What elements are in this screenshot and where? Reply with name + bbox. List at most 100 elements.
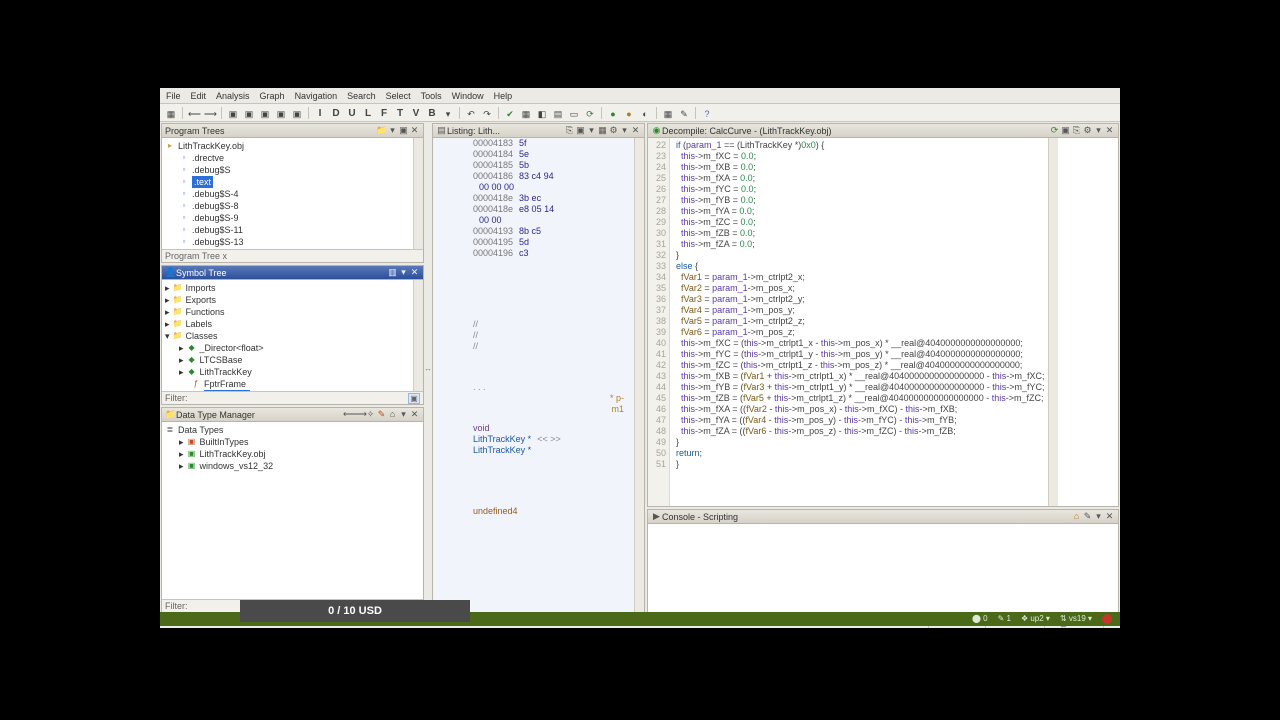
- save-icon[interactable]: ▦: [164, 106, 178, 120]
- class-item[interactable]: ▸◆LTCSBase: [165, 354, 410, 366]
- dtm-item[interactable]: ▸ ▣windows_vs12_32: [165, 460, 420, 472]
- tb-T[interactable]: T: [393, 106, 407, 120]
- doc3-icon[interactable]: ▣: [258, 106, 272, 120]
- pencil-icon[interactable]: ✎: [376, 409, 387, 420]
- close-icon[interactable]: ✕: [409, 409, 420, 420]
- program-tree-item[interactable]: ▫.drectve: [165, 152, 410, 164]
- system-tray[interactable]: ⬤ 0 ✎ 1 ❖ up2 ▾ ⇅ vs19 ▾: [972, 614, 1120, 624]
- program-tree-item[interactable]: ▫.debug$S-9: [165, 212, 410, 224]
- scrollbar[interactable]: [1048, 138, 1058, 506]
- menu-analysis[interactable]: Analysis: [216, 91, 250, 101]
- table-icon[interactable]: ▤: [551, 106, 565, 120]
- refresh-icon[interactable]: ⟳: [1049, 125, 1060, 136]
- doc2-icon[interactable]: ▣: [242, 106, 256, 120]
- listing-line[interactable]: 000041938b c5: [433, 226, 634, 237]
- tb-V[interactable]: V: [409, 106, 423, 120]
- edit-icon[interactable]: ✎: [1082, 511, 1093, 522]
- doc-icon[interactable]: ▣: [226, 106, 240, 120]
- back-icon[interactable]: ⟵: [343, 409, 354, 420]
- script-icon[interactable]: ✎: [677, 106, 691, 120]
- tray-item[interactable]: ❖ up2 ▾: [1021, 614, 1050, 624]
- copy-icon[interactable]: ⎘: [1071, 125, 1082, 136]
- menu-icon[interactable]: ▾: [1093, 125, 1104, 136]
- program-trees-title[interactable]: Program Trees 📁 ▾ ▣ ✕: [162, 124, 423, 138]
- symbol-tree[interactable]: ▸📁Imports▸📁Exports▸📁Functions▸📁Labels ▾📁…: [162, 280, 413, 391]
- mem-icon[interactable]: ▦: [661, 106, 675, 120]
- tray-item[interactable]: ⬤ 0: [972, 614, 988, 624]
- listing-line[interactable]: 000041845e: [433, 149, 634, 160]
- win-icon[interactable]: ▭: [567, 106, 581, 120]
- menu-select[interactable]: Select: [386, 91, 411, 101]
- doc4-icon[interactable]: ▣: [274, 106, 288, 120]
- snap-icon[interactable]: ⚙: [1082, 125, 1093, 136]
- menu-window[interactable]: Window: [452, 91, 484, 101]
- close-icon[interactable]: ✕: [409, 267, 420, 278]
- symbol-item[interactable]: ƒCalcCurve: [165, 390, 410, 391]
- scrollbar[interactable]: [634, 138, 644, 612]
- listing-line[interactable]: 000041855b: [433, 160, 634, 171]
- refresh-icon[interactable]: ⟳: [583, 106, 597, 120]
- symbol-tree-folder[interactable]: ▸📁Imports: [165, 282, 410, 294]
- menu-icon[interactable]: ▾: [1093, 511, 1104, 522]
- home-icon[interactable]: ⌂: [1071, 511, 1082, 522]
- listing-line[interactable]: 000041955d: [433, 237, 634, 248]
- graph-icon[interactable]: ◧: [535, 106, 549, 120]
- hex-icon[interactable]: ▦: [597, 125, 608, 136]
- listing-line[interactable]: 000041835f: [433, 138, 634, 149]
- play-icon[interactable]: ●: [606, 106, 620, 120]
- menu-help[interactable]: Help: [494, 91, 513, 101]
- program-tree-tab[interactable]: Program Tree x: [162, 249, 423, 262]
- program-tree-item[interactable]: ▫.debug$S-4: [165, 188, 410, 200]
- menu-edit[interactable]: Edit: [191, 91, 207, 101]
- stop-icon[interactable]: ●: [622, 106, 636, 120]
- new-folder-icon[interactable]: 📁: [376, 125, 387, 136]
- listing-view[interactable]: 000041835f000041845e000041855b0000418683…: [433, 138, 634, 612]
- symbol-tree-folder[interactable]: ▸📁Exports: [165, 294, 410, 306]
- struct-icon[interactable]: ▦: [519, 106, 533, 120]
- menu-file[interactable]: File: [166, 91, 181, 101]
- console-title[interactable]: ▶ Console - Scripting ⌂ ✎ ▾ ✕: [648, 510, 1118, 524]
- program-tree-item[interactable]: ▫.debug$S-11: [165, 224, 410, 236]
- dtm-item[interactable]: ▸ ▣LithTrackKey.obj: [165, 448, 420, 460]
- back-icon[interactable]: ⟵: [187, 106, 201, 120]
- listing-line[interactable]: 0000418ee8 05 14: [433, 204, 634, 215]
- wand-icon[interactable]: ✧: [365, 409, 376, 420]
- close-icon[interactable]: ✕: [1104, 125, 1115, 136]
- paste-icon[interactable]: ▣: [575, 125, 586, 136]
- program-tree-item[interactable]: ▫.debug$S-14: [165, 248, 410, 249]
- symbol-tree-folder[interactable]: ▸📁Labels: [165, 318, 410, 330]
- tb-I[interactable]: I: [313, 106, 327, 120]
- program-tree-item[interactable]: ▫.debug$S: [165, 164, 410, 176]
- tb-D[interactable]: D: [329, 106, 343, 120]
- opt-icon[interactable]: ▾: [586, 125, 597, 136]
- tb-F[interactable]: F: [377, 106, 391, 120]
- help-icon[interactable]: ?: [700, 106, 714, 120]
- dtm-title[interactable]: 📁 Data Type Manager ⟵ ⟶ ✧ ✎ ⌂ ▾ ✕: [162, 408, 423, 422]
- dtm-tree[interactable]: ≣Data Types ▸ ▣BuiltInTypes▸ ▣LithTrackK…: [162, 422, 423, 474]
- program-tree-item[interactable]: ▫.debug$S-13: [165, 236, 410, 248]
- copy-icon[interactable]: ⎘: [564, 125, 575, 136]
- listing-line[interactable]: 0000418e3b ec: [433, 193, 634, 204]
- listing-line[interactable]: 0000418683 c4 94: [433, 171, 634, 182]
- snap-icon[interactable]: ⚙: [608, 125, 619, 136]
- tb-U[interactable]: U: [345, 106, 359, 120]
- menu-navigation[interactable]: Navigation: [295, 91, 338, 101]
- listing-line[interactable]: 00004196c3: [433, 248, 634, 259]
- tb-L[interactable]: L: [361, 106, 375, 120]
- menu-icon[interactable]: ▾: [398, 409, 409, 420]
- class-item[interactable]: ▸◆_Director<float>: [165, 342, 410, 354]
- check-icon[interactable]: ✔: [503, 106, 517, 120]
- fwd-icon[interactable]: ⟶: [203, 106, 217, 120]
- program-tree-item[interactable]: ▫.debug$S-8: [165, 200, 410, 212]
- undo-icon[interactable]: ↶: [464, 106, 478, 120]
- listing-line[interactable]: 00 00: [433, 215, 634, 226]
- tb-B[interactable]: B: [425, 106, 439, 120]
- options-icon[interactable]: ▾: [398, 267, 409, 278]
- tray-item[interactable]: ✎ 1: [998, 614, 1011, 624]
- symbol-tree-folder[interactable]: ▸📁Functions: [165, 306, 410, 318]
- program-tree-item[interactable]: ▫.text: [165, 176, 410, 188]
- listing-line[interactable]: 00 00 00: [433, 182, 634, 193]
- menu-search[interactable]: Search: [347, 91, 376, 101]
- menu-tools[interactable]: Tools: [421, 91, 442, 101]
- symbol-tree-title[interactable]: 👤 Symbol Tree ▥ ▾ ✕: [162, 266, 423, 280]
